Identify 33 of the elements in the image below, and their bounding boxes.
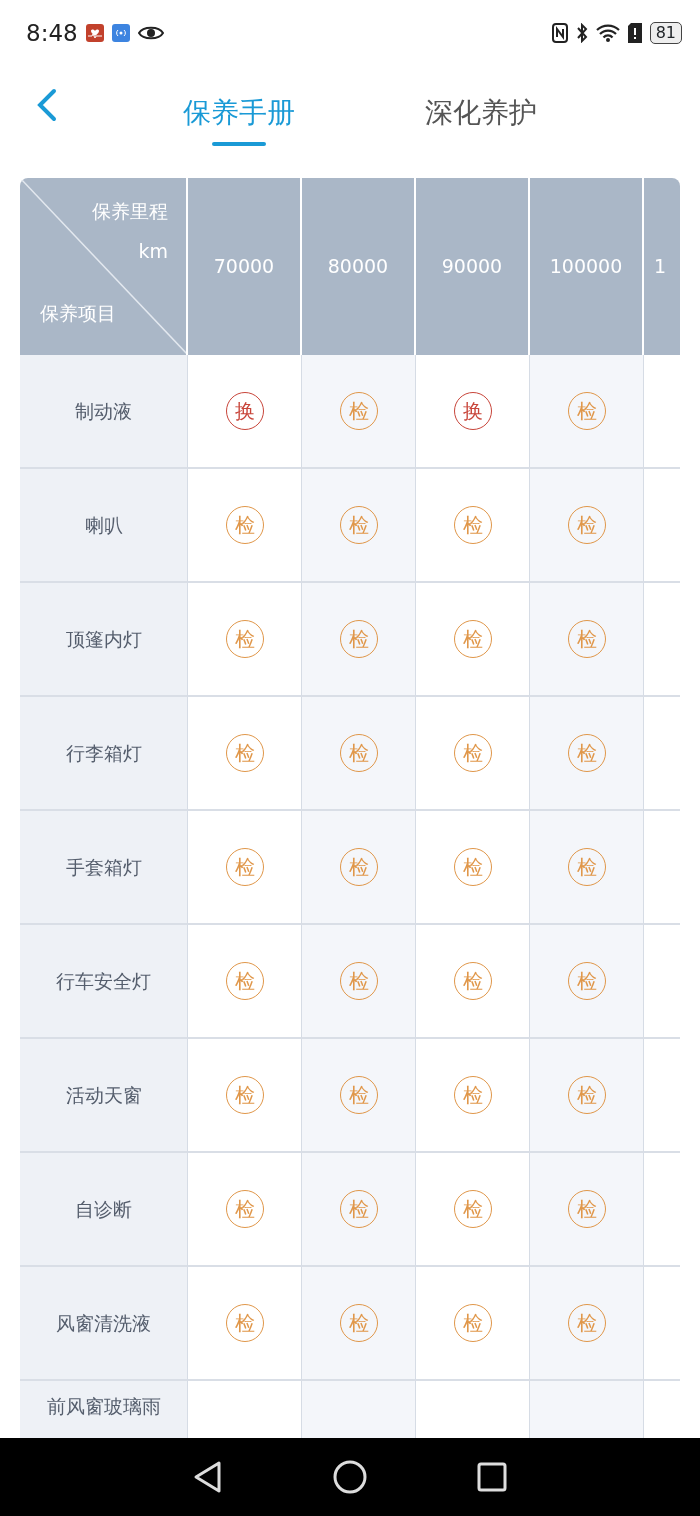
heart-app-icon xyxy=(85,24,104,42)
row-header-label: 保养项目 xyxy=(40,302,116,325)
sim-alert-icon xyxy=(627,23,642,43)
row-header: 风窗清洗液 xyxy=(20,1267,188,1381)
eye-icon xyxy=(137,24,164,42)
unit-label: km xyxy=(138,240,168,263)
back-icon[interactable] xyxy=(36,88,58,122)
row-header: 喇叭 xyxy=(20,469,188,583)
home-nav-icon[interactable] xyxy=(333,1460,367,1494)
row-header: 手套箱灯 xyxy=(20,811,188,925)
row-header: 行李箱灯 xyxy=(20,697,188,811)
nfc-icon xyxy=(551,23,568,43)
row-header: 顶篷内灯 xyxy=(20,583,188,697)
battery-icon: 81 xyxy=(649,22,682,44)
tab-indicator xyxy=(212,141,266,146)
column-header: 90000 xyxy=(416,178,530,355)
column-header: 1 xyxy=(644,178,680,355)
row-header: 活动天窗 xyxy=(20,1039,188,1153)
recents-nav-icon[interactable] xyxy=(477,1462,507,1492)
back-nav-icon[interactable] xyxy=(193,1460,223,1494)
row-header: 制动液 xyxy=(20,355,188,469)
row-header: 行车安全灯 xyxy=(20,925,188,1039)
column-header-label: 保养里程 xyxy=(92,200,168,223)
column-header: 100000 xyxy=(530,178,644,355)
column-header: 70000 xyxy=(188,178,302,355)
row-header: 自诊断 xyxy=(20,1153,188,1267)
clock: 8:48 xyxy=(26,18,78,48)
signal-app-icon xyxy=(111,24,130,42)
bluetooth-icon xyxy=(575,23,588,43)
column-header: 80000 xyxy=(302,178,416,355)
wifi-icon xyxy=(595,24,620,42)
tab[interactable]: 深化养护 xyxy=(425,95,537,132)
row-header: 前风窗玻璃雨 xyxy=(20,1381,188,1438)
